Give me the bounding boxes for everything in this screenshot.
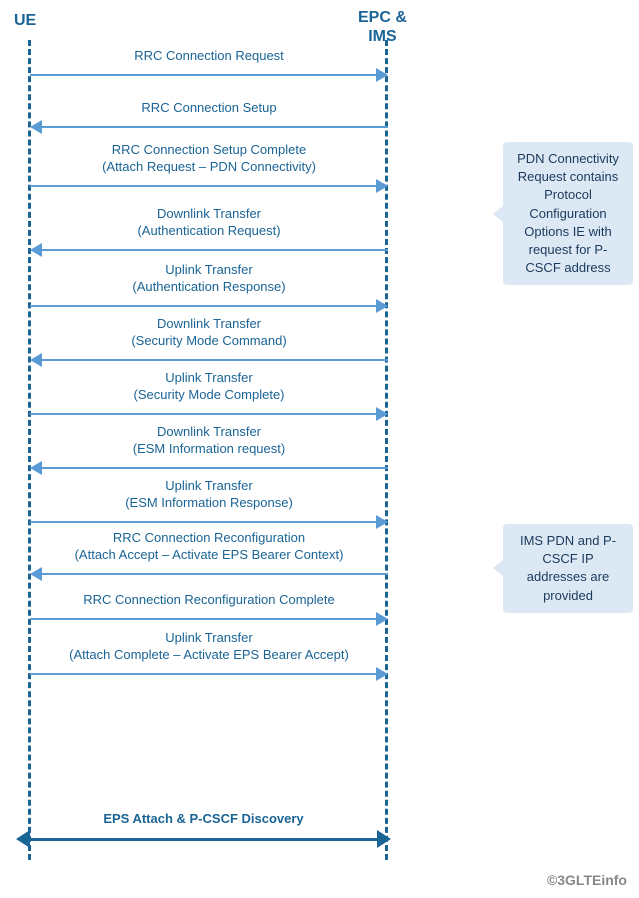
msg-dl-esm-info-request: Downlink Transfer(ESM Information reques… — [30, 424, 388, 475]
overall-label-text: EPS Attach & P-CSCF Discovery — [103, 811, 303, 826]
msg-rrc-reconfig-label: RRC Connection Reconfiguration(Attach Ac… — [30, 530, 388, 564]
msg-ul-auth-response: Uplink Transfer(Authentication Response) — [30, 262, 388, 313]
callout-pdn-connectivity: PDN Connectivity Request contains Protoc… — [503, 142, 633, 285]
arrow-left-8 — [30, 461, 388, 475]
msg-ul-attach-complete-label: Uplink Transfer(Attach Complete – Activa… — [30, 630, 388, 664]
overall-arrow-container: EPS Attach & P-CSCF Discovery — [16, 811, 391, 848]
msg-rrc-setup-complete-arrow — [30, 179, 388, 193]
callout-pdn-text: PDN Connectivity Request contains Protoc… — [517, 151, 619, 275]
msg-ul-esm-info-response-arrow — [30, 515, 388, 529]
arrow-right-11 — [30, 612, 388, 626]
shaft-8 — [42, 467, 388, 469]
epc-text: EPC &IMS — [358, 9, 407, 45]
msg-ul-auth-response-label: Uplink Transfer(Authentication Response) — [30, 262, 388, 296]
msg-ul-security-complete-arrow — [30, 407, 388, 421]
shaft-4 — [42, 249, 388, 251]
shaft-12 — [30, 673, 376, 675]
msg-dl-security-mode-arrow — [30, 353, 388, 367]
msg-ul-esm-info-response: Uplink Transfer(ESM Information Response… — [30, 478, 388, 529]
head-10 — [30, 567, 42, 581]
callout-ims-pdn: IMS PDN and P-CSCF IP addresses are prov… — [503, 524, 633, 613]
head-5 — [376, 299, 388, 313]
msg-dl-esm-info-request-label: Downlink Transfer(ESM Information reques… — [30, 424, 388, 458]
msg-ul-esm-info-response-label: Uplink Transfer(ESM Information Response… — [30, 478, 388, 512]
arrow-left-4 — [30, 243, 388, 257]
msg-dl-auth-request: Downlink Transfer(Authentication Request… — [30, 206, 388, 257]
msg-rrc-reconfig-arrow — [30, 567, 388, 581]
watermark: ©3GLTEinfo — [547, 872, 627, 888]
arrow-right-12 — [30, 667, 388, 681]
overall-arrow-head-left — [16, 830, 30, 848]
msg-rrc-reconfig-complete: RRC Connection Reconfiguration Complete — [30, 592, 388, 626]
msg-ul-security-complete-label: Uplink Transfer(Security Mode Complete) — [30, 370, 388, 404]
shaft-1 — [30, 74, 376, 76]
msg-rrc-connection-request-label: RRC Connection Request — [30, 48, 388, 65]
arrow-right-5 — [30, 299, 388, 313]
head-2 — [30, 120, 42, 134]
arrow-right-7 — [30, 407, 388, 421]
overall-arrow-head-right — [377, 830, 391, 848]
msg-ul-attach-complete: Uplink Transfer(Attach Complete – Activa… — [30, 630, 388, 681]
msg-rrc-connection-request: RRC Connection Request — [30, 48, 388, 82]
head-8 — [30, 461, 42, 475]
arrow-left-6 — [30, 353, 388, 367]
msg-rrc-reconfig-complete-label: RRC Connection Reconfiguration Complete — [30, 592, 388, 609]
msg-ul-auth-response-arrow — [30, 299, 388, 313]
msg-rrc-setup-complete-label: RRC Connection Setup Complete(Attach Req… — [30, 142, 388, 176]
shaft-6 — [42, 359, 388, 361]
msg-rrc-connection-setup-label: RRC Connection Setup — [30, 100, 388, 117]
head-7 — [376, 407, 388, 421]
arrow-right-3 — [30, 179, 388, 193]
msg-rrc-connection-setup: RRC Connection Setup — [30, 100, 388, 134]
msg-dl-esm-info-request-arrow — [30, 461, 388, 475]
msg-rrc-connection-setup-arrow — [30, 120, 388, 134]
msg-rrc-setup-complete: RRC Connection Setup Complete(Attach Req… — [30, 142, 388, 193]
msg-rrc-connection-request-arrow — [30, 68, 388, 82]
head-9 — [376, 515, 388, 529]
msg-dl-security-mode-label: Downlink Transfer(Security Mode Command) — [30, 316, 388, 350]
shaft-7 — [30, 413, 376, 415]
msg-dl-auth-request-arrow — [30, 243, 388, 257]
epc-label: EPC &IMS — [358, 8, 407, 46]
arrow-right-1 — [30, 68, 388, 82]
overall-arrow-shaft — [30, 838, 377, 841]
shaft-2 — [42, 126, 388, 128]
shaft-5 — [30, 305, 376, 307]
overall-arrow — [16, 830, 391, 848]
arrow-left-10 — [30, 567, 388, 581]
callout-ims-text: IMS PDN and P-CSCF IP addresses are prov… — [520, 533, 616, 603]
shaft-9 — [30, 521, 376, 523]
msg-ul-attach-complete-arrow — [30, 667, 388, 681]
head-12 — [376, 667, 388, 681]
msg-rrc-reconfig-complete-arrow — [30, 612, 388, 626]
head-4 — [30, 243, 42, 257]
diagram-container: UE EPC &IMS RRC Connection Request RRC C… — [0, 0, 639, 898]
head-1 — [376, 68, 388, 82]
msg-ul-security-complete: Uplink Transfer(Security Mode Complete) — [30, 370, 388, 421]
arrow-left-2 — [30, 120, 388, 134]
head-3 — [376, 179, 388, 193]
overall-label: EPS Attach & P-CSCF Discovery — [16, 811, 391, 826]
shaft-10 — [42, 573, 388, 575]
msg-dl-auth-request-label: Downlink Transfer(Authentication Request… — [30, 206, 388, 240]
msg-dl-security-mode: Downlink Transfer(Security Mode Command) — [30, 316, 388, 367]
arrow-right-9 — [30, 515, 388, 529]
head-11 — [376, 612, 388, 626]
shaft-3 — [30, 185, 376, 187]
shaft-11 — [30, 618, 376, 620]
head-6 — [30, 353, 42, 367]
ue-label: UE — [14, 12, 36, 30]
msg-rrc-reconfig: RRC Connection Reconfiguration(Attach Ac… — [30, 530, 388, 581]
